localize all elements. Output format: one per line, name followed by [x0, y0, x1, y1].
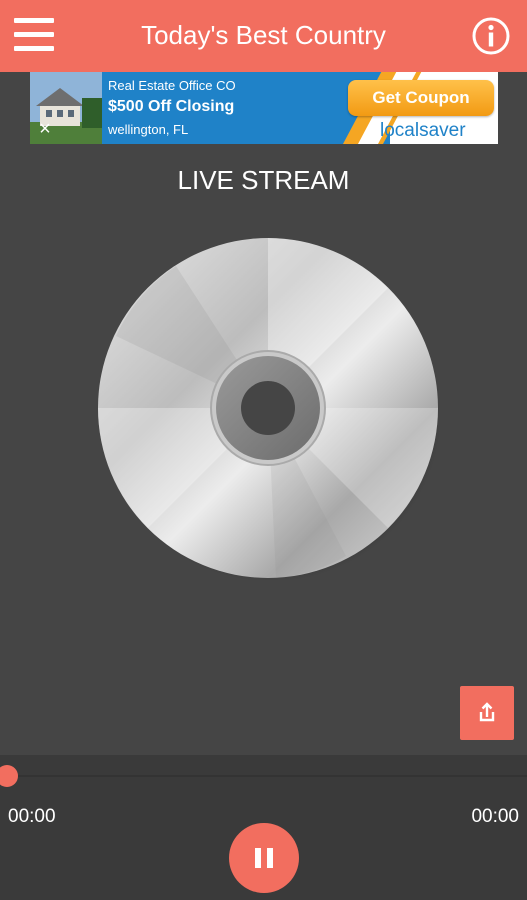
top-app-bar: Today's Best Country	[0, 0, 527, 72]
get-coupon-button[interactable]: Get Coupon	[348, 80, 494, 116]
ad-company: Real Estate Office CO	[108, 78, 236, 93]
seek-bar[interactable]	[0, 775, 527, 777]
ad-offer: $500 Off Closing	[108, 98, 235, 115]
stream-title: LIVE STREAM	[177, 165, 350, 195]
pause-button[interactable]	[229, 823, 299, 893]
share-button[interactable]	[460, 686, 514, 740]
elapsed-time: 00:00	[8, 806, 56, 827]
cd-disc-icon	[96, 236, 441, 582]
ad-close-icon[interactable]: ×	[34, 118, 56, 140]
ad-location: wellington, FL	[108, 122, 189, 137]
ad-banner[interactable]: × Real Estate Office CO $500 Off Closing…	[30, 72, 498, 144]
share-icon	[479, 702, 495, 722]
ad-brand-logo: localsaver	[380, 120, 466, 141]
app-title: Today's Best Country	[141, 20, 386, 50]
info-icon[interactable]	[471, 16, 511, 56]
total-time: 00:00	[471, 806, 519, 827]
